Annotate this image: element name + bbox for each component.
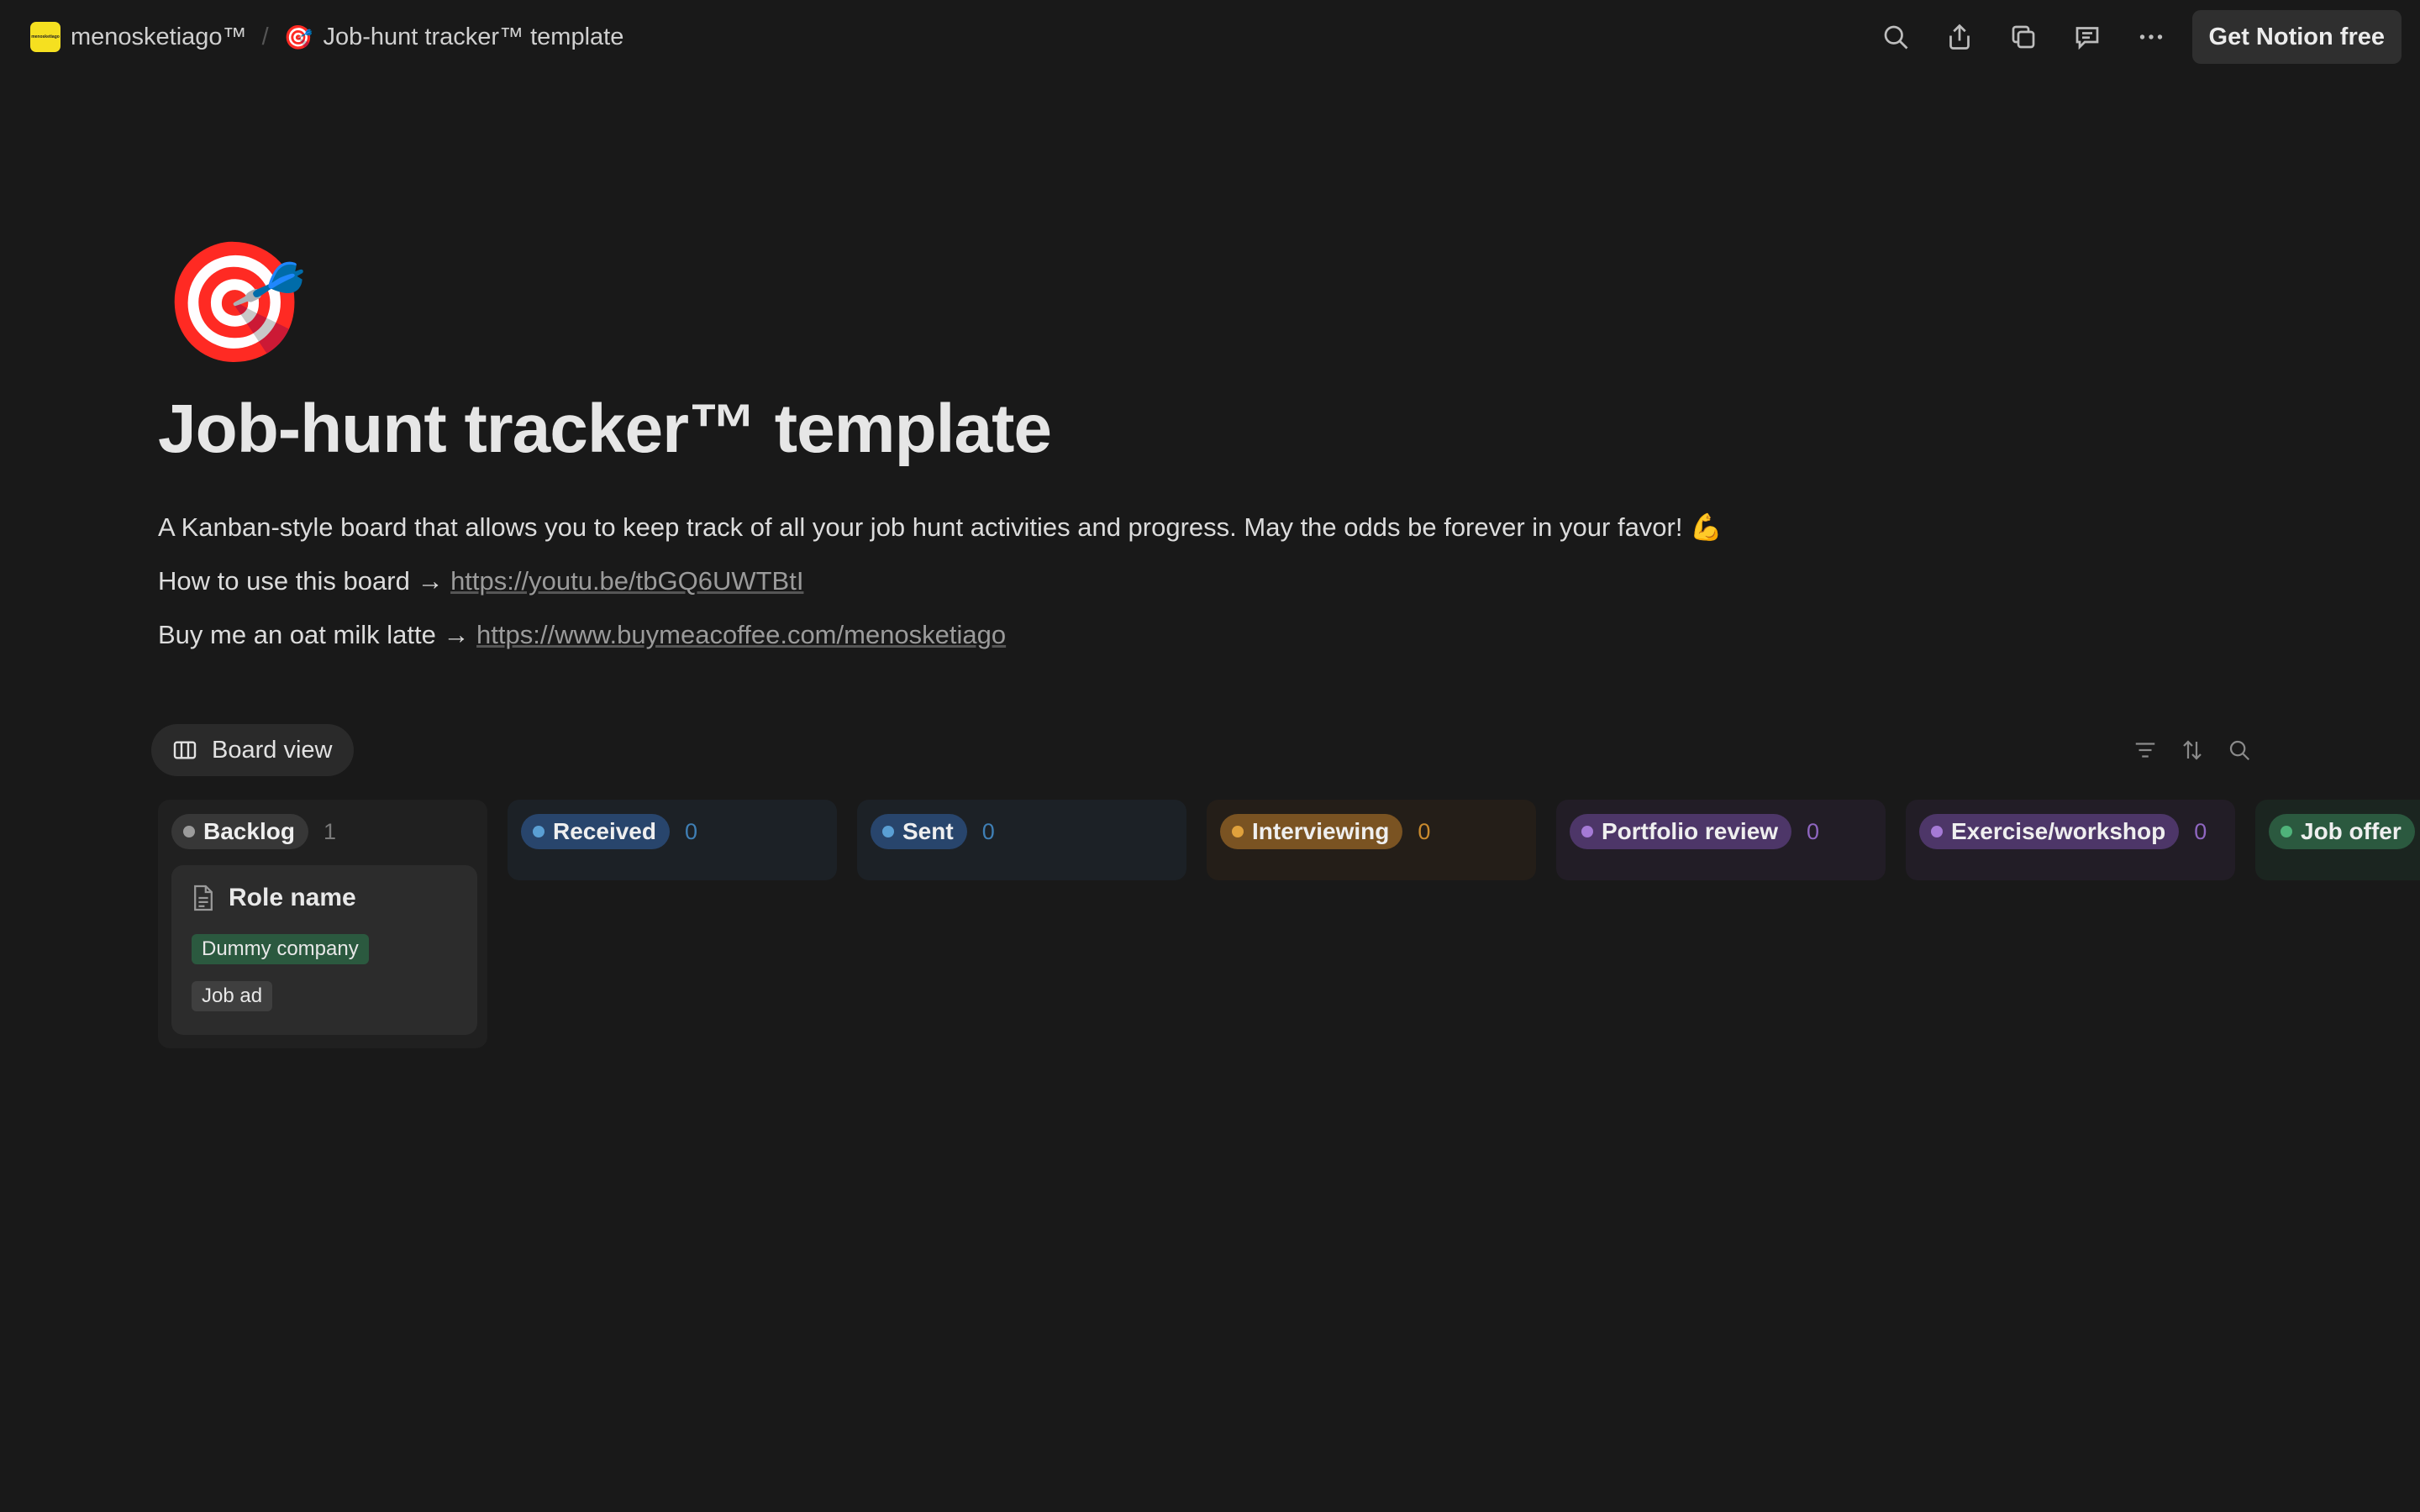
kanban-board: Backlog 1 Role name Dummy company Job ad… xyxy=(158,800,2420,1077)
comments-icon[interactable] xyxy=(2065,14,2110,60)
status-tag: Interviewing xyxy=(1220,814,1403,849)
board-card[interactable]: Role name Dummy company Job ad xyxy=(171,865,477,1035)
duplicate-icon[interactable] xyxy=(2001,14,2046,60)
status-dot-icon xyxy=(882,826,894,837)
column-label: Backlog xyxy=(203,818,295,844)
column-count: 0 xyxy=(2194,818,2207,844)
board-column-job-offer[interactable]: Job offer 0 xyxy=(2255,800,2420,880)
board-column-exercise-workshop[interactable]: Exercise/workshop 0 xyxy=(1906,800,2235,880)
board-view-label: Board view xyxy=(212,736,333,764)
board-column-portfolio-review[interactable]: Portfolio review 0 xyxy=(1556,800,1886,880)
board-search-icon[interactable] xyxy=(2227,738,2252,763)
company-chip: Dummy company xyxy=(192,934,369,964)
breadcrumb-workspace[interactable]: menosketiago™ xyxy=(71,24,247,51)
status-tag: Portfolio review xyxy=(1570,814,1792,849)
status-tag: Backlog xyxy=(171,814,308,849)
status-dot-icon xyxy=(533,826,544,837)
board-view-icon xyxy=(173,741,197,759)
page-description: A Kanban-style board that allows you to … xyxy=(158,501,2343,662)
board-column-received[interactable]: Received 0 xyxy=(508,800,837,880)
column-header: Interviewing 0 xyxy=(1220,813,1523,850)
column-header: Job offer 0 xyxy=(2269,813,2420,850)
get-notion-free-button[interactable]: Get Notion free xyxy=(2191,10,2402,64)
column-header: Received 0 xyxy=(521,813,823,850)
status-dot-icon xyxy=(1232,826,1244,837)
column-label: Received xyxy=(553,818,656,844)
coffee-line: Buy me an oat milk latte → https://www.b… xyxy=(158,608,2343,662)
database-view-bar: Board view xyxy=(151,724,2252,776)
column-count: 1 xyxy=(323,818,336,844)
more-options-icon[interactable] xyxy=(2128,14,2174,60)
sort-icon[interactable] xyxy=(2180,738,2205,763)
board-view-tab[interactable]: Board view xyxy=(151,724,355,776)
page-doc-icon xyxy=(194,885,213,911)
search-icon[interactable] xyxy=(1873,14,1918,60)
status-dot-icon xyxy=(1581,826,1593,837)
column-header: Sent 0 xyxy=(871,813,1173,850)
breadcrumb: menosketiago menosketiago™ / 🎯 Job-hunt … xyxy=(30,22,623,52)
column-header: Portfolio review 0 xyxy=(1570,813,1872,850)
status-tag: Job offer xyxy=(2269,814,2415,849)
coffee-label: Buy me an oat milk latte → xyxy=(158,620,477,649)
top-actions: Get Notion free xyxy=(1873,10,2402,64)
board-column-sent[interactable]: Sent 0 xyxy=(857,800,1186,880)
filter-icon[interactable] xyxy=(2133,738,2158,763)
status-tag: Received xyxy=(521,814,670,849)
column-label: Sent xyxy=(902,818,954,844)
column-header: Backlog 1 xyxy=(171,813,474,850)
breadcrumb-page[interactable]: Job-hunt tracker™ template xyxy=(324,24,624,51)
coffee-link[interactable]: https://www.buymeacoffee.com/menosketiag… xyxy=(476,620,1006,649)
status-tag: Sent xyxy=(871,814,967,849)
source-chip: Job ad xyxy=(192,981,273,1011)
howto-line: How to use this board → https://youtu.be… xyxy=(158,554,2343,608)
view-tools xyxy=(2133,738,2252,763)
page-content: 🎯 Job-hunt tracker™ template A Kanban-st… xyxy=(158,244,2343,662)
card-title: Role name xyxy=(229,884,356,911)
column-label: Exercise/workshop xyxy=(1951,818,2166,844)
board-column-backlog[interactable]: Backlog 1 Role name Dummy company Job ad xyxy=(158,800,487,1048)
column-count: 0 xyxy=(684,818,697,844)
column-label: Portfolio review xyxy=(1602,818,1779,844)
description-text: A Kanban-style board that allows you to … xyxy=(158,512,1723,542)
howto-label: How to use this board → xyxy=(158,566,451,596)
page-emoji-icon: 🎯 xyxy=(283,24,313,50)
board-column-interviewing[interactable]: Interviewing 0 xyxy=(1207,800,1536,880)
page-title[interactable]: Job-hunt tracker™ template xyxy=(158,390,2343,469)
card-title-row: Role name xyxy=(192,884,457,912)
workspace-logo-icon[interactable]: menosketiago xyxy=(30,22,60,52)
breadcrumb-separator: / xyxy=(261,23,269,50)
column-count: 0 xyxy=(1418,818,1431,844)
share-icon[interactable] xyxy=(1937,14,1982,60)
page-icon[interactable]: 🎯 xyxy=(161,244,2343,361)
status-dot-icon xyxy=(2281,826,2292,837)
column-count: 0 xyxy=(981,818,995,844)
column-label: Job offer xyxy=(2301,818,2402,844)
status-tag: Exercise/workshop xyxy=(1919,814,2180,849)
column-label: Interviewing xyxy=(1252,818,1390,844)
status-dot-icon xyxy=(1931,826,1943,837)
howto-link[interactable]: https://youtu.be/tbGQ6UWTBtI xyxy=(450,566,803,596)
column-count: 0 xyxy=(1807,818,1820,844)
status-dot-icon xyxy=(183,826,195,837)
top-bar: menosketiago menosketiago™ / 🎯 Job-hunt … xyxy=(0,0,2420,74)
column-header: Exercise/workshop 0 xyxy=(1919,813,2222,850)
